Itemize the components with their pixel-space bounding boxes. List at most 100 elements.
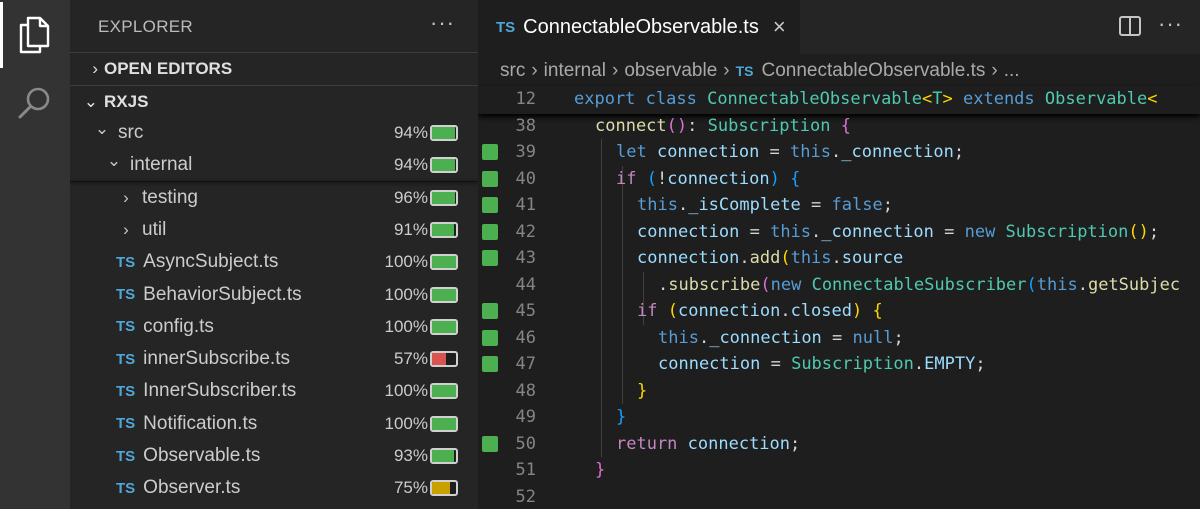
chevron-right-icon: › [723,60,730,81]
code-token: extends [963,89,1045,109]
code-token: null [852,327,894,348]
sticky-scroll-line: 12 export class ConnectableObservable<T> … [478,86,1200,114]
more-icon[interactable]: ··· [1158,11,1183,37]
coverage-gutter-marker [482,356,498,372]
ts-file-icon: TS [116,286,136,303]
coverage-percent: 100% [384,252,428,272]
code-token: ; [1148,221,1160,242]
tree-item-label: config.ts [143,315,214,337]
code-text: } [637,378,647,405]
tree-item-label: util [142,218,167,240]
coverage-bar-fill [432,450,455,462]
tree-file[interactable]: TS innerSubscribe.ts 57% [70,343,478,375]
code-token: connection [677,301,781,321]
tree-folder[interactable]: ⌄ internal 94% [70,149,478,181]
code-token: } [595,460,606,480]
line-number: 47 [515,354,536,374]
chevron-down-icon: ⌄ [83,92,98,111]
code-token: ) [769,168,791,189]
tree-folder[interactable]: ⌄ src 94% [70,117,478,149]
coverage-bar-fill [432,385,456,398]
code-line: 47 connection = Subscription.EMPTY; [478,351,1200,378]
coverage-bar-fill [432,159,455,172]
tree-file[interactable]: TS Observer.ts 75% [70,472,478,504]
split-editor-icon[interactable] [1118,15,1142,37]
coverage-percent: 96% [393,187,428,207]
code-token: } [637,380,648,401]
close-icon[interactable]: × [773,14,786,40]
code-text: } [616,404,626,431]
coverage-percent: 94% [393,155,428,175]
explorer-activity[interactable] [0,2,70,68]
chevron-down-icon: ⌄ [106,151,122,171]
code-token: closed [790,301,852,321]
tab-label: ConnectableObservable.ts [523,15,759,38]
code-token: . [913,354,925,374]
line-number: 48 [515,380,536,401]
code-line: 40 if (!connection) { [478,166,1200,193]
tree-item-label: Notification.ts [143,412,258,434]
coverage-bar [430,383,458,400]
tree-folder[interactable]: › testing 96% [70,182,478,214]
code-line: 42 connection = this._connection = new Su… [478,219,1200,246]
rxjs-section[interactable]: ⌄ RXJS [70,85,478,118]
breadcrumb-file[interactable]: ConnectableObservable.ts [761,60,985,82]
code-token: if [616,168,647,189]
code-token: () [1128,221,1149,242]
code-token: Subscription [1005,221,1129,242]
tree-item-label: BehaviorSubject.ts [143,283,302,305]
line-number: 44 [515,274,536,295]
code-token: _isComplete [688,195,812,215]
code-line: 41 this._isComplete = false; [478,192,1200,219]
code-token: = [769,142,791,162]
project-label: RXJS [104,92,149,111]
code-token: connection [667,168,770,189]
coverage-bar [430,221,458,238]
search-activity[interactable] [0,70,70,136]
code-token: { [840,115,851,136]
code-token: if [637,301,668,321]
coverage-bar-fill [432,223,454,236]
code-token: this [1036,274,1078,295]
code-token: < [1147,89,1158,109]
coverage-gutter-marker [482,303,498,319]
open-editors-section[interactable]: › OPEN EDITORS [70,52,478,85]
code-token: new [964,221,1006,242]
tree-item-label: Observer.ts [143,477,241,499]
line-number: 39 [515,142,536,162]
coverage-percent: 57% [393,349,428,369]
breadcrumb-src[interactable]: src [500,60,525,82]
code-token: Observable [1044,89,1148,109]
code-token: _connection [709,327,833,348]
code-token: = [811,195,832,215]
code-token: . [830,142,842,162]
coverage-percent: 91% [393,219,428,239]
code-token: source [841,248,904,268]
coverage-gutter-marker [482,435,498,452]
code-line: 50 return connection; [478,431,1200,458]
tab-connectable-observable[interactable]: TS ConnectableObservable.ts × [478,0,800,54]
line-number: 51 [515,460,536,480]
tree-file[interactable]: TS config.ts 100% [70,311,478,343]
tree-file[interactable]: TS InnerSubscriber.ts 100% [70,375,478,407]
code-token: ! [656,168,668,189]
chevron-right-icon: › [991,60,998,81]
code-token: { [790,168,801,189]
tree-file[interactable]: TS Observable.ts 93% [70,440,478,472]
ts-file-icon: TS [116,382,136,400]
breadcrumb-more[interactable]: ... [1004,60,1020,82]
coverage-bar-fill [432,320,456,333]
more-icon[interactable]: ··· [430,10,455,36]
code-token: connection [658,354,771,374]
breadcrumb-internal[interactable]: internal [544,60,606,82]
tree-file[interactable]: TS BehaviorSubject.ts 100% [70,279,478,311]
breadcrumb-observable[interactable]: observable [624,60,717,82]
tree-folder[interactable]: › util 91% [70,214,478,246]
code-token: false [831,195,883,215]
tree-file[interactable]: TS Notification.ts 100% [70,408,478,440]
tree-item-label: Observable.ts [143,445,261,466]
code-token: ConnectableObservable [707,89,923,109]
tree-file[interactable]: TS AsyncSubject.ts 100% [70,246,478,278]
code-editor[interactable]: 12 export class ConnectableObservable<T> … [478,86,1200,509]
code-line: 49} [478,404,1200,431]
